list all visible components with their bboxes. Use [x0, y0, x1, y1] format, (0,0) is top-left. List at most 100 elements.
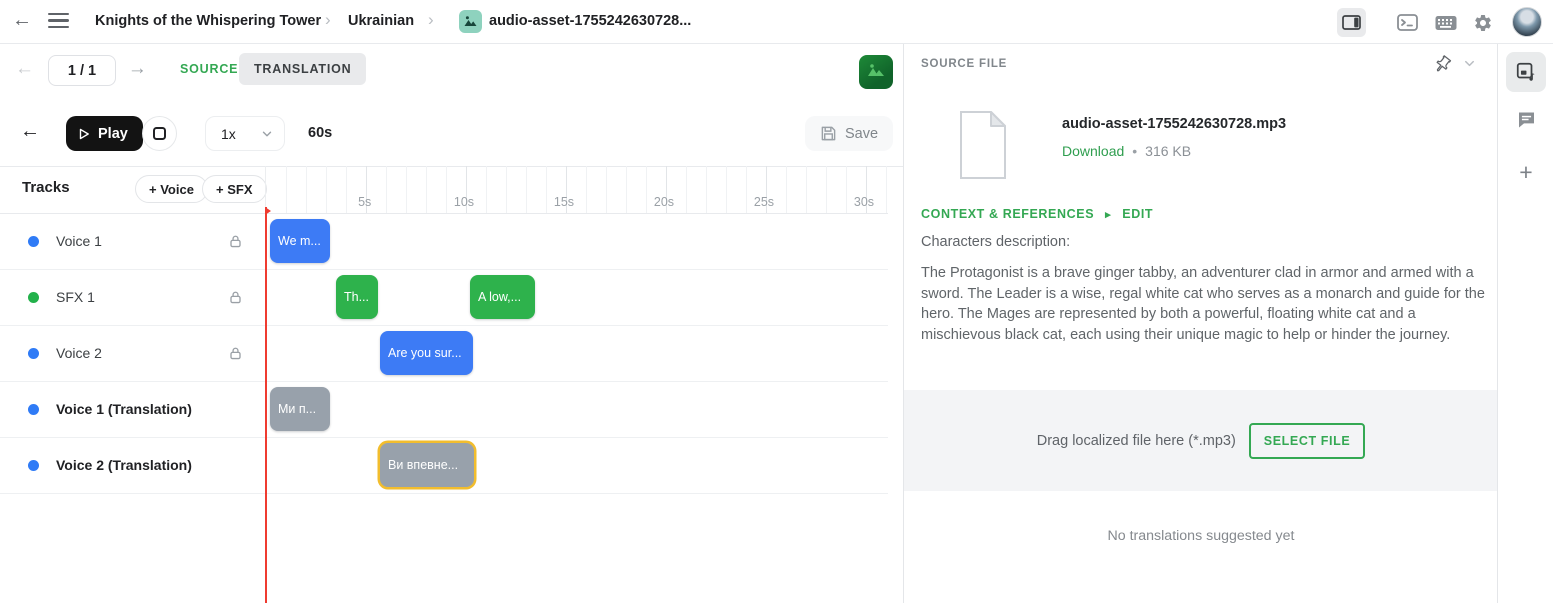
- menu-icon[interactable]: [48, 13, 69, 32]
- back-icon[interactable]: ←: [12, 9, 32, 32]
- ruler-tick: [286, 166, 287, 213]
- user-avatar[interactable]: [1512, 7, 1542, 37]
- lock-icon: [228, 346, 243, 361]
- ruler-tick: [726, 166, 727, 213]
- stop-icon: [153, 127, 166, 140]
- asset-thumbnail[interactable]: [859, 55, 893, 89]
- chevron-right-icon: ▸: [1105, 208, 1111, 221]
- ruler-tick: [606, 166, 607, 213]
- tab-translation[interactable]: TRANSLATION: [239, 53, 366, 85]
- track-row[interactable]: Voice 2: [0, 325, 265, 381]
- track-row[interactable]: Voice 1: [0, 213, 265, 269]
- ruler-tick: [786, 166, 787, 213]
- description-text: The Protagonist is a brave ginger tabby,…: [921, 263, 1486, 345]
- chevron-right-icon: ›: [325, 10, 331, 30]
- localized-file-dropzone[interactable]: Drag localized file here (*.mp3) SELECT …: [904, 390, 1498, 491]
- add-panel-icon[interactable]: +: [1498, 152, 1553, 192]
- ruler-tick: [446, 166, 447, 213]
- timeline-clips: We m...Th... A low,... Are you sur... Ми п.…: [265, 213, 888, 603]
- play-icon: [77, 127, 91, 141]
- file-name: audio-asset-1755242630728.mp3: [1062, 116, 1286, 132]
- track-name: Voice 2: [56, 345, 228, 361]
- ruler-tick: [686, 166, 687, 213]
- stop-button[interactable]: [142, 116, 177, 151]
- comments-panel-icon[interactable]: [1506, 100, 1546, 140]
- top-bar: ← Knights of the Whispering Tower › Ukra…: [0, 0, 1553, 44]
- chevron-down-icon[interactable]: [1462, 56, 1477, 76]
- description-label: Characters description:: [921, 234, 1070, 250]
- breadcrumb-language[interactable]: Ukrainian: [348, 13, 414, 29]
- play-label: Play: [98, 126, 128, 142]
- ruler-tick: [846, 166, 847, 213]
- track-color-dot: [28, 460, 39, 471]
- track-list: Voice 1 SFX 1 Voice 2 Voice 1 (Translation)…: [0, 213, 265, 493]
- timeline-duration: 60s: [308, 125, 332, 141]
- lock-icon: [228, 290, 243, 305]
- track-color-dot: [28, 348, 39, 359]
- track-color-dot: [28, 236, 39, 247]
- ruler-tick: [546, 166, 547, 213]
- timeline-ruler[interactable]: 5s10s15s20s25s30s: [265, 166, 888, 213]
- dot-separator: •: [1132, 143, 1137, 159]
- track-row[interactable]: Voice 1 (Translation): [0, 381, 265, 437]
- ruler-label: 30s: [854, 195, 874, 209]
- tab-source[interactable]: SOURCE: [180, 62, 238, 76]
- ruler-tick: [886, 166, 887, 213]
- playhead-cap: [265, 207, 271, 215]
- add-sfx-button[interactable]: + SFX: [202, 175, 267, 203]
- player-back-icon[interactable]: ←: [20, 120, 40, 143]
- dropzone-text: Drag localized file here (*.mp3): [1037, 433, 1236, 449]
- page-next-icon[interactable]: ←: [128, 58, 147, 80]
- select-file-button[interactable]: SELECT FILE: [1249, 423, 1365, 459]
- timeline-clip[interactable]: Th...: [336, 275, 378, 319]
- timeline-clip[interactable]: We m...: [270, 219, 330, 263]
- save-button[interactable]: Save: [805, 116, 893, 151]
- download-link[interactable]: Download: [1062, 143, 1124, 159]
- ruler-tick: [706, 166, 707, 213]
- ruler-tick: [426, 166, 427, 213]
- timeline-clip[interactable]: A low,...: [470, 275, 535, 319]
- panel-title: SOURCE FILE: [921, 58, 1007, 70]
- ruler-tick: [626, 166, 627, 213]
- timeline-clip[interactable]: Ми п...: [270, 387, 330, 431]
- track-name: SFX 1: [56, 289, 228, 305]
- context-references-row: CONTEXT & REFERENCES ▸ EDIT: [921, 207, 1153, 221]
- ruler-label: 25s: [754, 195, 774, 209]
- timeline-clip[interactable]: Are you sur...: [380, 331, 473, 375]
- asset-image-icon: [459, 10, 482, 33]
- page-indicator: 1 / 1: [48, 55, 116, 86]
- context-references-link[interactable]: CONTEXT & REFERENCES: [921, 207, 1094, 221]
- playhead[interactable]: [265, 207, 267, 603]
- ruler-label: 20s: [654, 195, 674, 209]
- ruler-tick: [646, 166, 647, 213]
- track-row[interactable]: SFX 1: [0, 269, 265, 325]
- ruler-tick: [506, 166, 507, 213]
- timeline-clip[interactable]: Ви впевне...: [380, 443, 474, 487]
- breadcrumb-project[interactable]: Knights of the Whispering Tower: [95, 13, 321, 29]
- ruler-tick: [306, 166, 307, 213]
- toggle-panel-button[interactable]: [1337, 8, 1366, 37]
- track-name: Voice 2 (Translation): [56, 457, 243, 473]
- track-name: Voice 1 (Translation): [56, 401, 243, 417]
- file-document-icon: [954, 110, 1010, 185]
- speed-value: 1x: [221, 126, 236, 142]
- terminal-icon[interactable]: [1393, 8, 1422, 37]
- edit-link[interactable]: EDIT: [1122, 207, 1153, 221]
- playback-speed-select[interactable]: 1x: [205, 116, 285, 151]
- save-icon: [820, 125, 837, 142]
- ruler-tick: [406, 166, 407, 213]
- file-meta: Download • 316 KB: [1062, 143, 1191, 159]
- ruler-tick: [746, 166, 747, 213]
- ruler-tick: [386, 166, 387, 213]
- track-row[interactable]: Voice 2 (Translation): [0, 437, 265, 493]
- media-file-panel-icon[interactable]: [1506, 52, 1546, 92]
- page-prev-icon[interactable]: ←: [15, 58, 34, 80]
- ruler-tick: [346, 166, 347, 213]
- no-translations-message: No translations suggested yet: [904, 528, 1498, 544]
- add-voice-button[interactable]: + Voice: [135, 175, 208, 203]
- pin-icon[interactable]: [1428, 50, 1456, 78]
- play-button[interactable]: Play: [66, 116, 143, 151]
- keyboard-icon[interactable]: [1431, 8, 1460, 37]
- breadcrumb-asset[interactable]: audio-asset-1755242630728...: [489, 13, 691, 29]
- settings-gear-icon[interactable]: [1468, 8, 1497, 37]
